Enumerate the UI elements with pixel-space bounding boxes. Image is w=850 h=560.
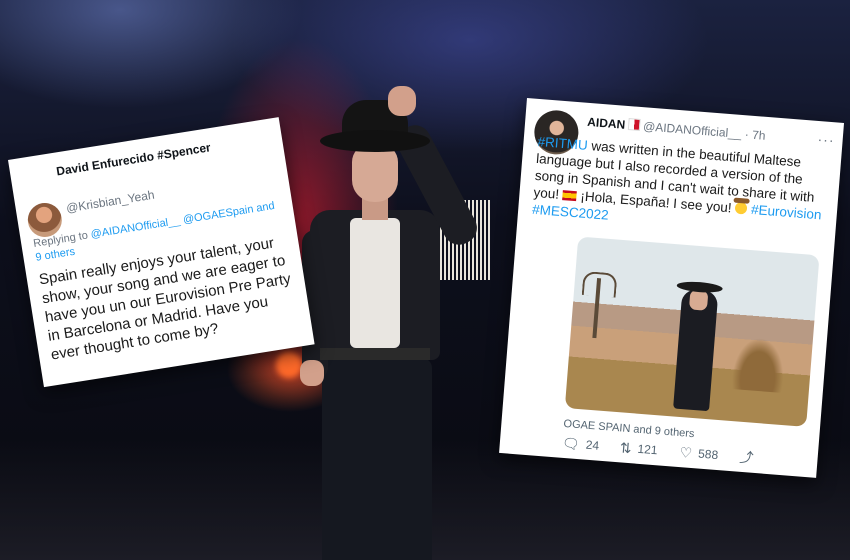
reply-icon: 🗨 [561,434,581,453]
like-count: 588 [697,446,719,463]
reply-action[interactable]: 🗨 24 [561,434,600,453]
cowboy-hat-brim [320,130,430,152]
performer-white-top [350,218,400,348]
hashtag-ritmu[interactable]: #RITMU [537,134,588,153]
malta-flag-icon [627,118,641,131]
tweet-text: #RITMU was written in the beautiful Malt… [532,133,834,241]
performer-left-hand [300,360,324,386]
more-options-icon[interactable]: ··· [817,131,835,148]
tweet-card-david: David Enfurecido #Spencer @Krisbian_Yeah… [8,117,315,388]
tweet-card-aidan: AIDAN @AIDANOfficial__ · 7h ··· #RITMU wa… [499,98,845,478]
tweet-author-handle: @AIDANOfficial__ · 7h [642,119,766,143]
heart-icon: ♡ [679,444,693,462]
like-action[interactable]: ♡ 588 [679,444,719,463]
retweet-action[interactable]: ⇅ 121 [619,439,659,458]
hashtag-eurovision[interactable]: #Eurovision [751,202,823,222]
photo-performer-face [688,289,709,311]
performer-right-hand [388,86,416,116]
performer-photo [280,60,520,560]
joshua-tree [592,278,602,339]
tweet-media-image[interactable] [564,236,820,427]
reply-count: 24 [585,437,600,453]
spain-flag-icon [562,190,578,202]
retweet-icon: ⇅ [619,439,633,457]
performer-face [352,144,398,202]
hashtag-mesc2022[interactable]: #MESC2022 [532,202,609,223]
performer-jeans [322,358,432,560]
author-name-text: AIDAN [586,114,626,132]
tweet-author-handle: @Krisbian_Yeah [65,187,156,216]
share-action[interactable]: ⤴ [738,448,755,466]
share-icon: ⤴ [738,448,755,466]
dry-grass [726,328,792,394]
retweet-count: 121 [637,441,659,458]
photo-cowboy-hat [676,280,724,294]
cowboy-emoji-icon [734,201,748,215]
performer-belt [320,348,430,360]
